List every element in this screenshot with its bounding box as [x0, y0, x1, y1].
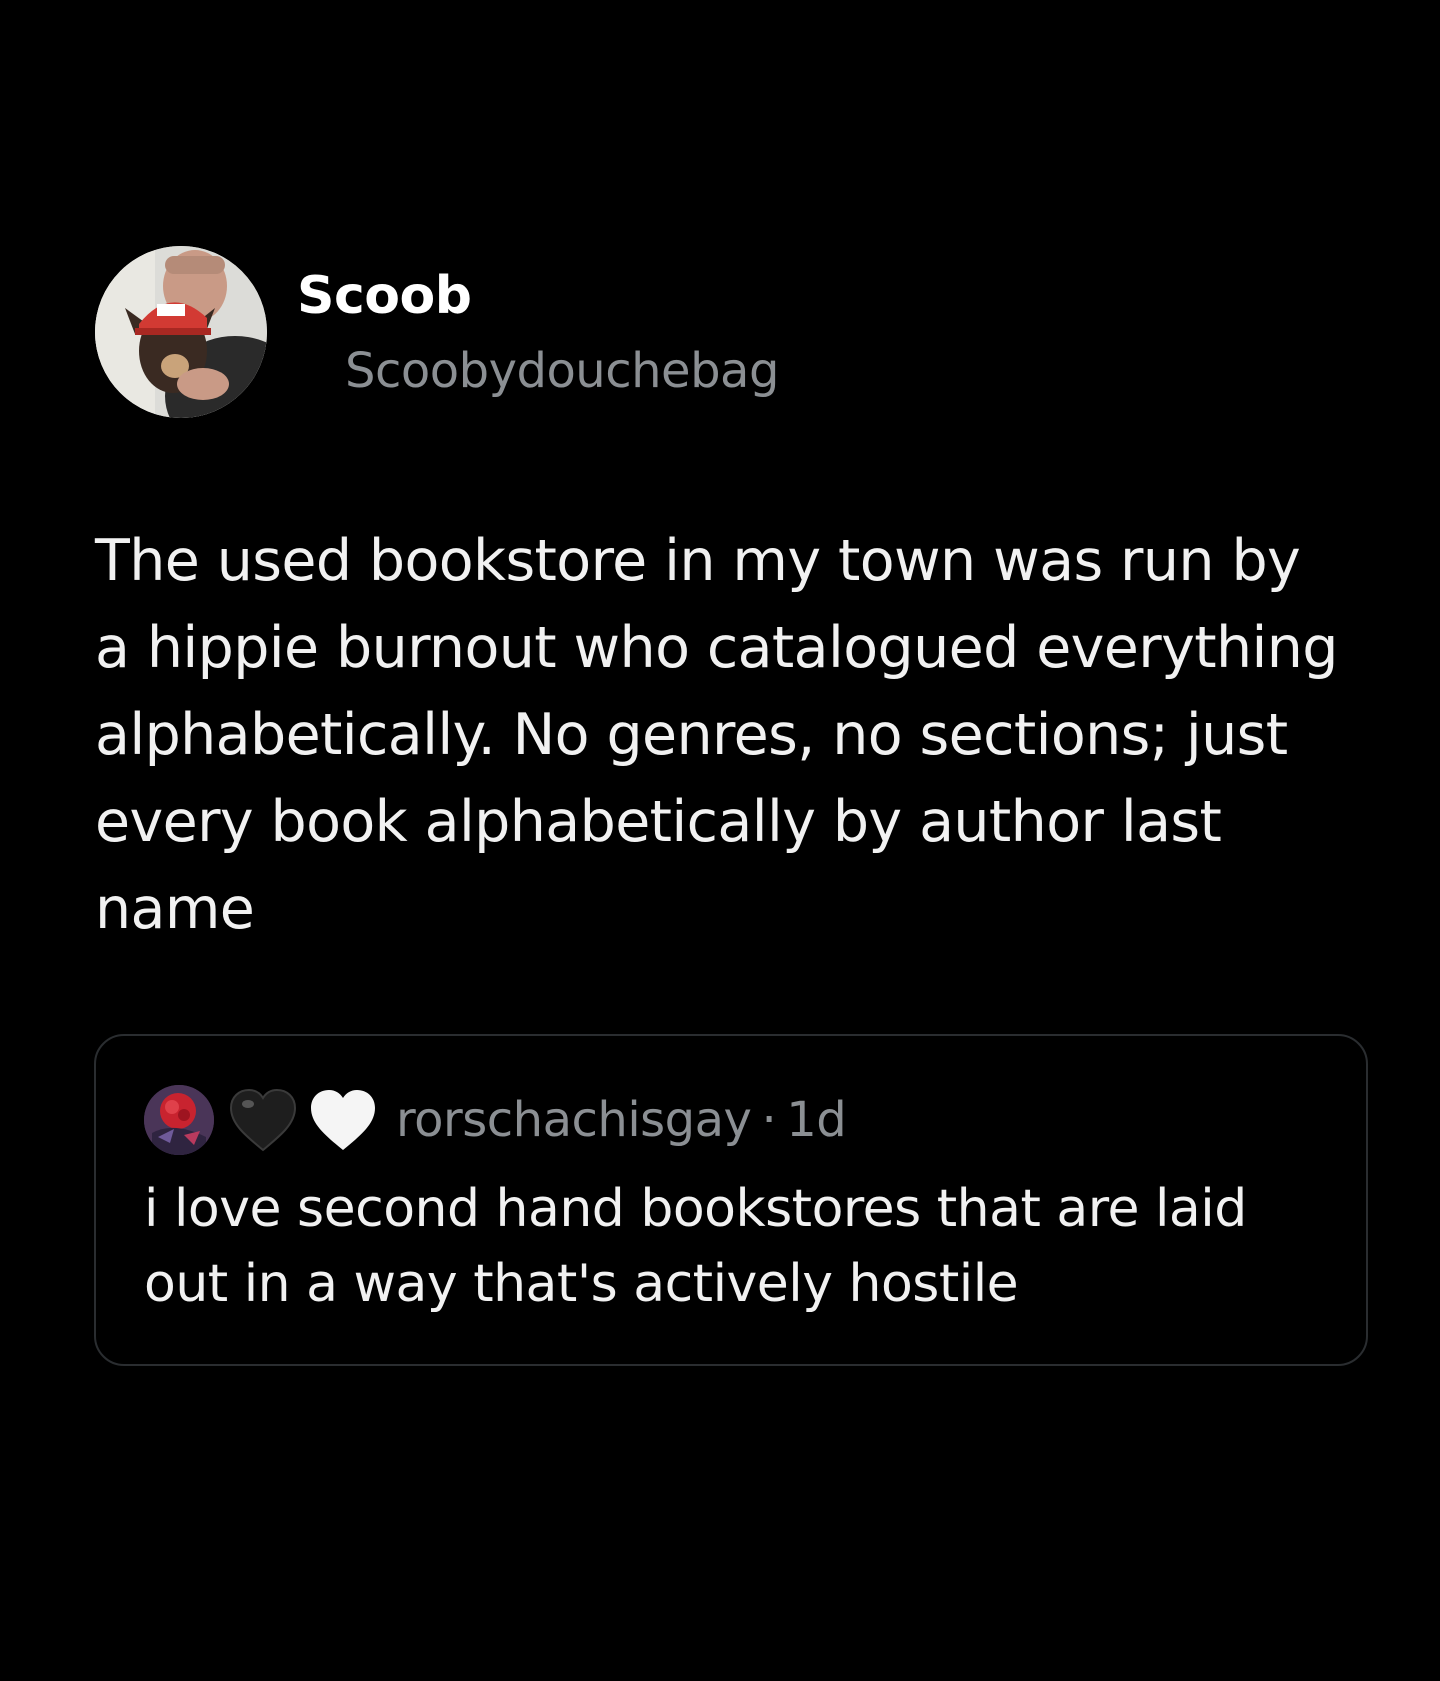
white-heart-icon — [311, 1090, 375, 1150]
post-text: The used bookstore in my town was run by… — [95, 528, 1338, 942]
quoted-post-time: 1d — [786, 1092, 847, 1148]
quoted-post-text: i love second hand bookstores that are l… — [144, 1179, 1247, 1314]
black-heart-icon — [229, 1088, 297, 1152]
quoted-author-avatar[interactable] — [144, 1085, 214, 1155]
author-handle[interactable]: Scoobydouchebag — [345, 343, 779, 399]
quoted-post-header: rorschachisgay · 1d — [144, 1080, 1294, 1160]
quoted-author-meta: rorschachisgay · 1d — [396, 1092, 847, 1148]
post: Scoob Scoobydouchebag The used bookstore… — [0, 0, 1440, 1681]
author-row: Scoob Scoobydouchebag — [95, 246, 995, 421]
avatar-photo-icon — [95, 246, 267, 418]
avatar-photo-icon — [144, 1085, 214, 1155]
meta-separator: · — [761, 1092, 777, 1148]
author-avatar[interactable] — [95, 246, 267, 418]
quoted-post-card[interactable]: rorschachisgay · 1d i love second hand boo… — [94, 1034, 1368, 1366]
quoted-author-handle[interactable]: rorschachisgay — [396, 1092, 752, 1148]
author-display-name[interactable]: Scoob — [297, 266, 472, 326]
